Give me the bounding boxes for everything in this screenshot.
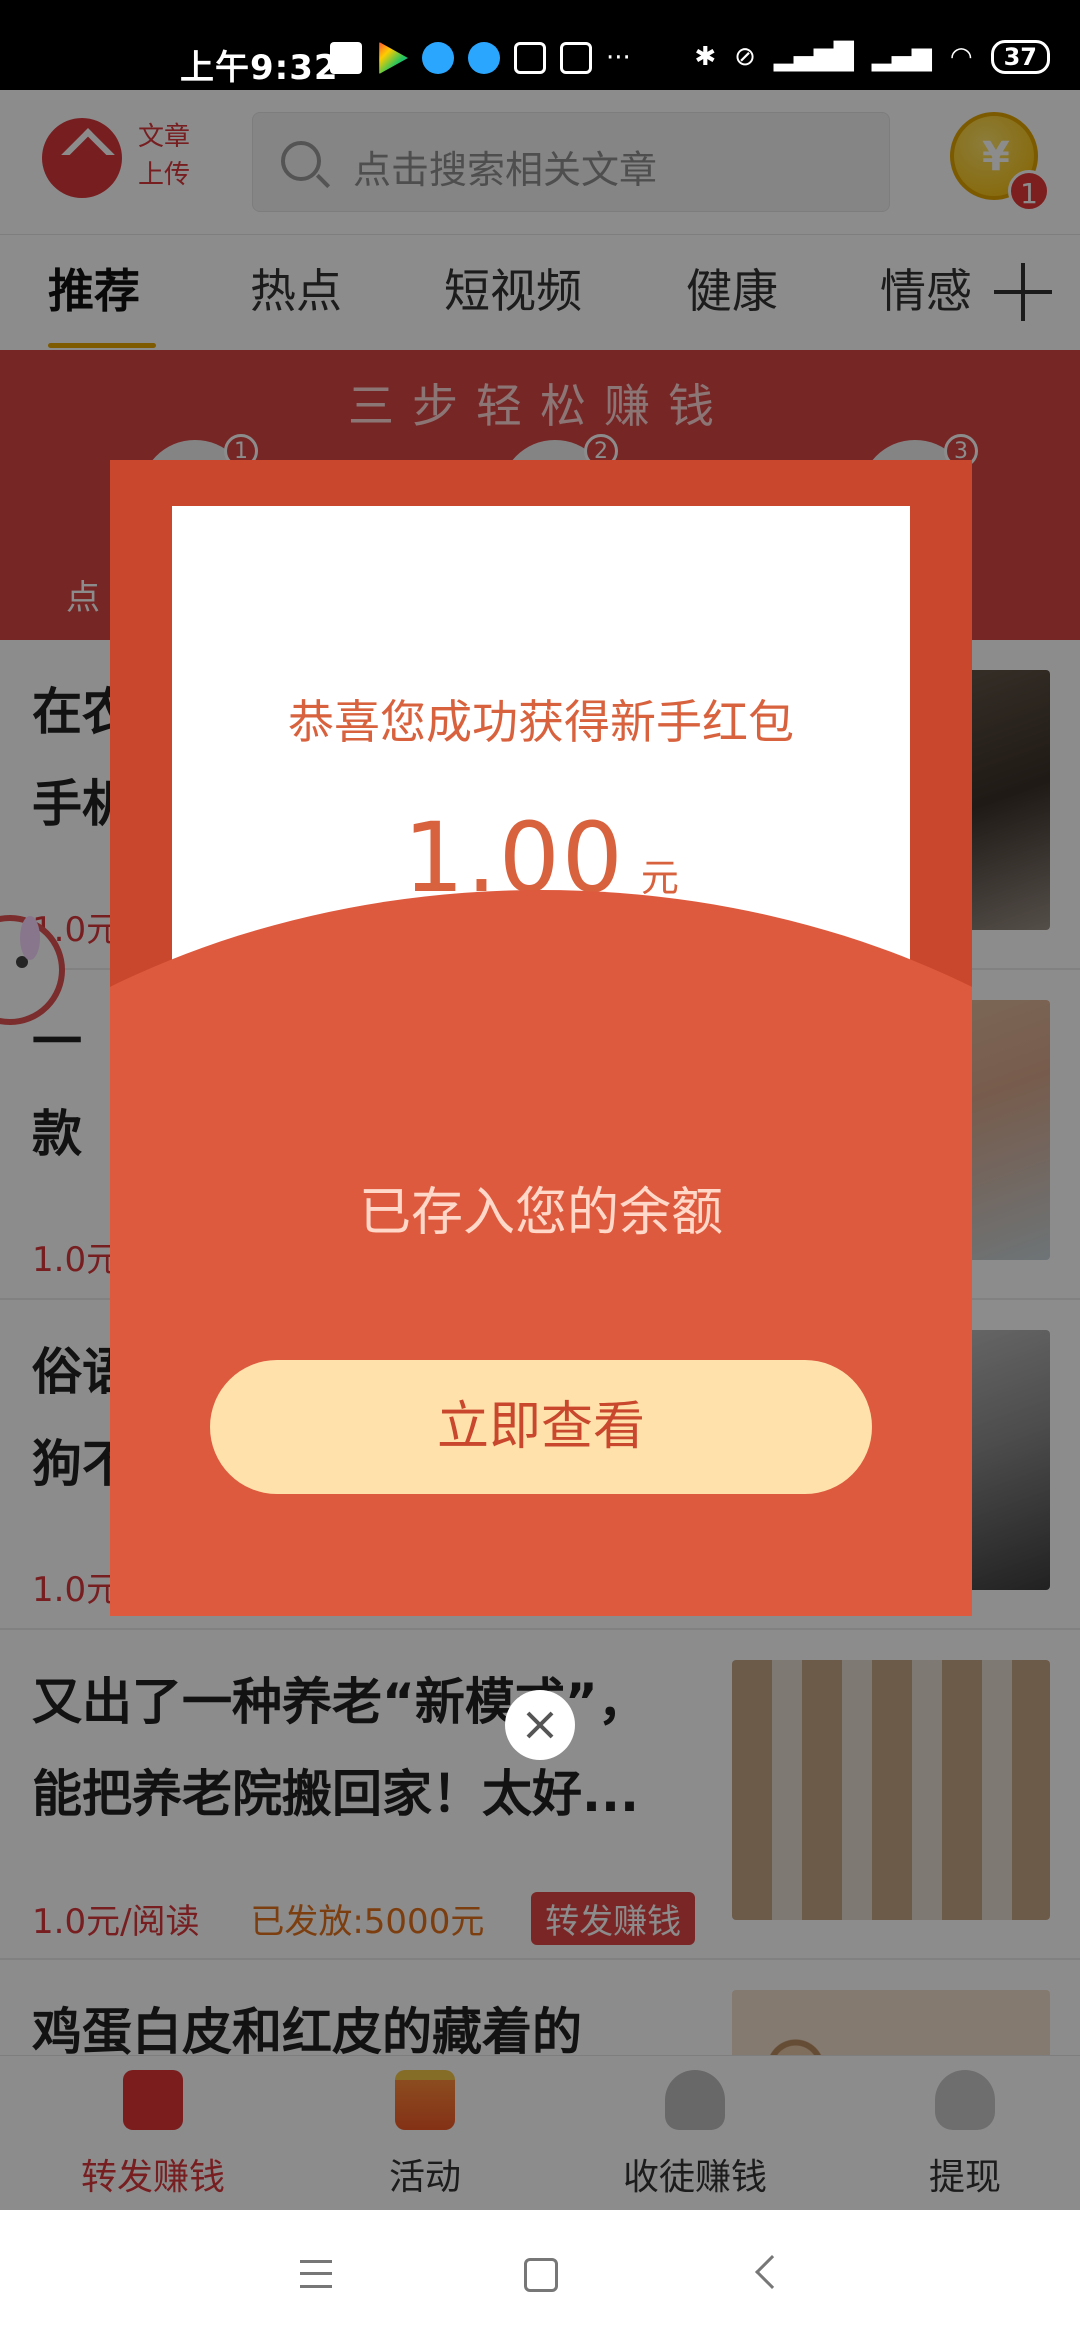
calendar-icon <box>514 42 546 74</box>
battery-icon: 37 <box>990 40 1050 74</box>
more-notifications-icon: ··· <box>606 43 631 73</box>
notification-icons: ··· <box>330 42 631 74</box>
signal-icon: ▂▄▆ <box>871 42 932 72</box>
status-bar: 上午9:32 ··· ✱ ⊘ ▂▄▆█ ▂▄▆ ◠ 37 <box>0 0 1080 90</box>
system-status-icons: ✱ ⊘ ▂▄▆█ ▂▄▆ ◠ 37 <box>694 40 1050 74</box>
close-icon[interactable] <box>505 1690 575 1760</box>
system-navigation-bar <box>0 2210 1080 2340</box>
silent-icon: ⊘ <box>734 42 756 72</box>
red-packet-modal: 恭喜您成功获得新手红包 1.00 元 已存入您的余额 立即查看 <box>110 460 972 1616</box>
back-icon[interactable] <box>755 2255 789 2289</box>
deposited-message: 已存入您的余额 <box>358 1183 723 1243</box>
red-packet-flap <box>110 890 972 1616</box>
menu-icon[interactable] <box>300 2260 332 2288</box>
status-time: 上午9:32 <box>180 48 339 88</box>
amount-unit: 元 <box>640 856 679 900</box>
wifi-icon: ◠ <box>949 42 973 72</box>
view-now-button[interactable]: 立即查看 <box>210 1360 872 1494</box>
congrats-message: 恭喜您成功获得新手红包 <box>288 695 794 749</box>
app-notification-icon <box>422 42 454 74</box>
bluetooth-icon: ✱ <box>694 42 717 72</box>
calendar-icon <box>560 42 592 74</box>
message-icon <box>330 42 362 74</box>
home-icon[interactable] <box>524 2258 558 2292</box>
app-notification-icon <box>468 42 500 74</box>
play-store-icon <box>379 42 408 74</box>
signal-icon: ▂▄▆█ <box>773 42 854 72</box>
